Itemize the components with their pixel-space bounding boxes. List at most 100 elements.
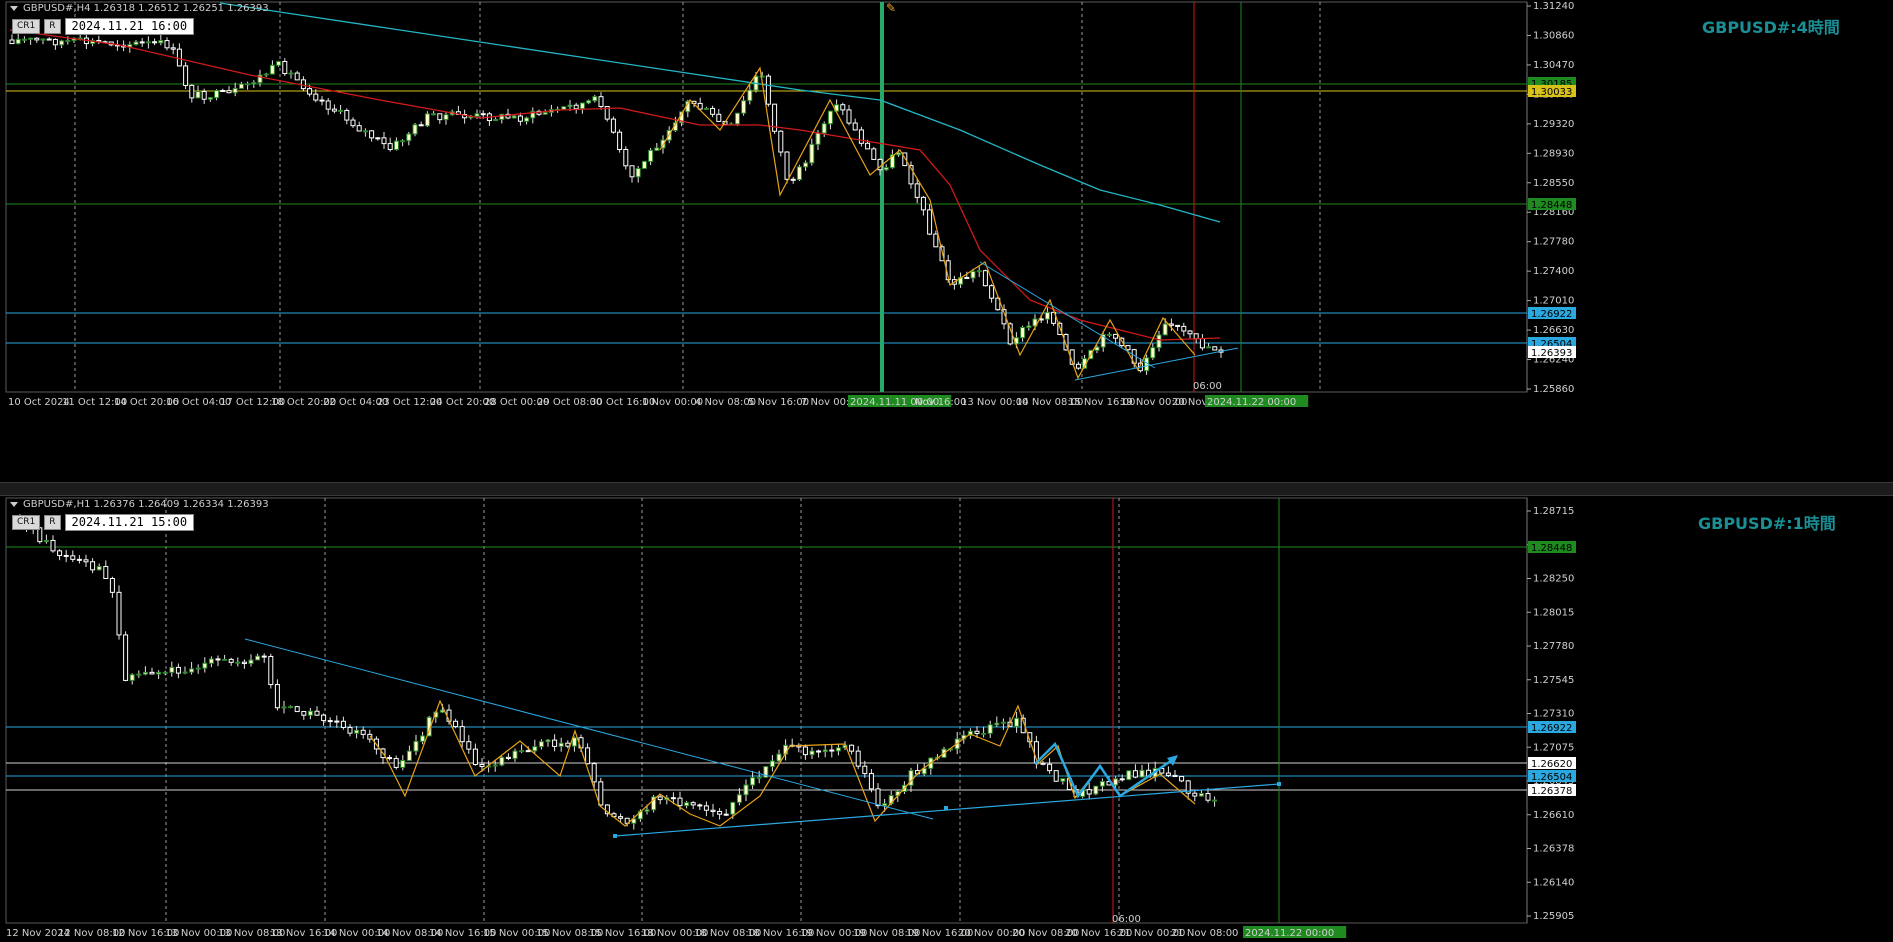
candle-body [276, 61, 282, 66]
candle-body [321, 714, 327, 722]
collapse-triangle-icon[interactable] [10, 5, 18, 11]
price-tag-label: 1.26378 [1531, 786, 1572, 797]
candle-body [424, 113, 430, 127]
time-axis-label: Nov 16:00 [915, 397, 967, 408]
candle-body [511, 115, 517, 119]
candle-body [480, 113, 486, 116]
price-axis-label: 1.26140 [1533, 877, 1574, 888]
candle-body [413, 740, 419, 752]
candle-body [1040, 762, 1046, 765]
price-axis-label: 1.27545 [1533, 675, 1574, 686]
candle-body [183, 65, 189, 86]
candle-body [1156, 334, 1162, 349]
candle-body [573, 104, 579, 110]
time-axis-label: 21 Nov 08:00 [1171, 928, 1238, 939]
candle-body [152, 41, 158, 44]
h4-chart-canvas[interactable]: 1.312401.308601.304701.297001.293201.289… [0, 0, 1893, 482]
candle-body [1075, 363, 1081, 369]
price-axis-label: 1.27310 [1533, 709, 1574, 720]
candle-body [466, 741, 472, 750]
candle-body [1212, 346, 1218, 351]
candle-body [519, 750, 525, 753]
candle-body [517, 115, 523, 122]
candle-body [1047, 763, 1053, 772]
candle-body [208, 658, 214, 664]
drawing-tool-icon[interactable]: ✎ [886, 1, 896, 15]
candle-body [644, 809, 650, 812]
h4-chart-panel[interactable]: 1.312401.308601.304701.297001.293201.289… [0, 0, 1893, 482]
candle-body [43, 539, 49, 543]
candle-body [598, 781, 604, 806]
candle-body [677, 797, 683, 807]
candle-body [123, 634, 129, 681]
candle-body [344, 109, 350, 121]
candle-body [59, 40, 65, 46]
candle-body [294, 706, 300, 713]
h1-r-button[interactable]: R [44, 515, 61, 530]
time-axis-label: 5 Nov 16:00 [748, 397, 809, 408]
candle-body [920, 196, 926, 211]
candle-body [294, 72, 300, 81]
h4-r-button[interactable]: R [44, 19, 61, 34]
candle-body [591, 763, 597, 783]
trendline-anchor-handle[interactable] [944, 806, 948, 810]
candle-body [769, 760, 775, 768]
candle-body [710, 809, 716, 812]
price-axis-label: 1.27400 [1533, 266, 1574, 277]
candle-body [778, 130, 784, 153]
trendline-up[interactable] [1074, 347, 1239, 381]
candle-body [505, 756, 511, 760]
candle-body [158, 40, 164, 44]
price-axis-label: 1.27780 [1533, 237, 1574, 248]
candle-body [1020, 326, 1026, 339]
candle-body [933, 233, 939, 248]
candle-body [1139, 769, 1145, 778]
candle-body [103, 566, 109, 579]
h1-timeframe-label: GBPUSD#:1時間 [1698, 514, 1836, 533]
candle-body [1168, 323, 1174, 326]
candle-body [288, 706, 294, 709]
candle-body [657, 796, 663, 801]
h4-time-field[interactable]: 2024.11.21 16:00 [64, 18, 195, 35]
collapse-triangle-icon[interactable] [10, 501, 18, 507]
candle-body [697, 804, 703, 807]
trendline-anchor-handle[interactable] [613, 834, 617, 838]
time-marker-label: 06:00 [1112, 914, 1141, 925]
candle-body [248, 659, 254, 665]
candle-body [387, 143, 393, 151]
candle-body [875, 788, 881, 807]
candle-body [790, 178, 796, 181]
candle-body [245, 83, 251, 86]
price-tag-label: 1.30033 [1531, 87, 1572, 98]
candle-body [406, 133, 412, 142]
price-axis-label: 1.27780 [1533, 641, 1574, 652]
plot-frame [5, 497, 1528, 924]
candle-body [412, 124, 418, 135]
candle-body [1165, 772, 1171, 776]
candle-body [855, 750, 861, 767]
candle-body [542, 111, 548, 115]
candle-body [182, 671, 188, 674]
candle-body [443, 114, 449, 121]
trendline-anchor-handle[interactable] [1277, 782, 1281, 786]
candle-body [883, 167, 889, 171]
h4-cr-button[interactable]: CR1 [12, 19, 41, 34]
candle-body [90, 561, 96, 571]
candle-body [319, 99, 325, 102]
candle-body [300, 79, 306, 90]
candle-body [400, 140, 406, 143]
h1-cr-button[interactable]: CR1 [12, 515, 41, 530]
h1-chart-canvas[interactable]: 1.287151.284801.282501.280151.277801.275… [0, 496, 1893, 942]
candle-body [164, 40, 170, 49]
candle-body [756, 776, 762, 779]
candle-body [734, 112, 740, 125]
candle-body [437, 113, 443, 121]
candle-body [802, 746, 808, 756]
candle-body [684, 802, 690, 807]
candle-body [334, 720, 340, 723]
h1-chart-panel[interactable]: 1.287151.284801.282501.280151.277801.275… [0, 496, 1893, 942]
candle-body [710, 107, 716, 115]
panel-divider[interactable] [0, 482, 1893, 496]
h1-time-field[interactable]: 2024.11.21 15:00 [64, 514, 195, 531]
candle-body [261, 655, 267, 658]
